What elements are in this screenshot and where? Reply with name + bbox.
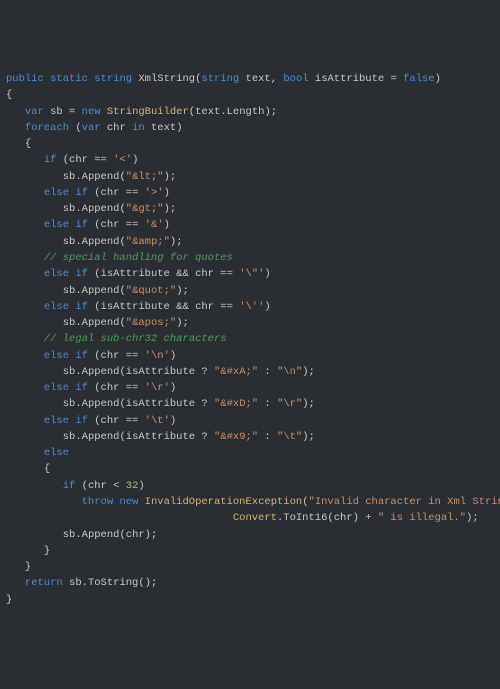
code-line: if (chr < 32) [6, 478, 500, 494]
code-line: { [6, 461, 500, 477]
code-line: else if (chr == '>') [6, 185, 500, 201]
code-line: else if (isAttribute && chr == '\'') [6, 299, 500, 315]
code-line: var sb = new StringBuilder(text.Length); [6, 104, 500, 120]
code-line: else [6, 445, 500, 461]
code-line: sb.Append(isAttribute ? "&#x9;" : "\t"); [6, 429, 500, 445]
code-line: foreach (var chr in text) [6, 120, 500, 136]
code-line: { [6, 87, 500, 103]
code-line: throw new InvalidOperationException("Inv… [6, 494, 500, 510]
code-line: sb.Append(isAttribute ? "&#xD;" : "\r"); [6, 396, 500, 412]
code-line: } [6, 543, 500, 559]
code-line: { [6, 136, 500, 152]
code-line: sb.Append(isAttribute ? "&#xA;" : "\n"); [6, 364, 500, 380]
code-line: sb.Append("&amp;"); [6, 234, 500, 250]
code-line: else if (chr == '\t') [6, 413, 500, 429]
code-line: // special handling for quotes [6, 250, 500, 266]
code-line: sb.Append("&quot;"); [6, 283, 500, 299]
code-line: } [6, 592, 500, 608]
code-line: } [6, 559, 500, 575]
code-line: // legal sub-chr32 characters [6, 331, 500, 347]
code-line: sb.Append("&gt;"); [6, 201, 500, 217]
code-line: else if (chr == '\n') [6, 348, 500, 364]
code-line: else if (chr == '&') [6, 217, 500, 233]
code-line: return sb.ToString(); [6, 575, 500, 591]
code-line: else if (isAttribute && chr == '\"') [6, 266, 500, 282]
code-line: sb.Append("&apos;"); [6, 315, 500, 331]
code-block: public static string XmlString(string te… [6, 71, 500, 608]
code-line: if (chr == '<') [6, 152, 500, 168]
code-line: else if (chr == '\r') [6, 380, 500, 396]
code-line: sb.Append(chr); [6, 527, 500, 543]
code-line: Convert.ToInt16(chr) + " is illegal."); [6, 510, 500, 526]
code-line: public static string XmlString(string te… [6, 71, 500, 87]
code-line: sb.Append("&lt;"); [6, 169, 500, 185]
